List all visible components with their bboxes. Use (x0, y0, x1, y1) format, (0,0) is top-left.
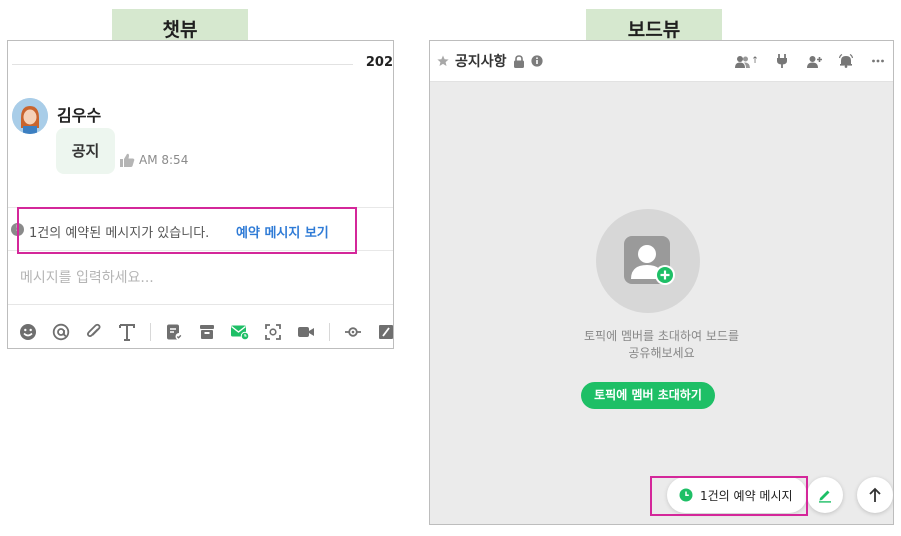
connect-icon[interactable] (773, 53, 791, 69)
empty-state-line-1: 토픽에 멤버를 초대하여 보드를 (584, 329, 739, 343)
message-input[interactable]: 메시지를 입력하세요... (20, 267, 154, 287)
star-icon[interactable] (437, 55, 449, 67)
board-title-group: 공지사항 (437, 51, 543, 71)
scroll-top-button[interactable] (857, 477, 893, 513)
like-icon[interactable] (120, 153, 135, 167)
todo-icon[interactable] (164, 322, 184, 342)
arrow-up-icon (869, 487, 881, 502)
invite-members-button[interactable]: 토픽에 멤버 초대하기 (581, 382, 715, 409)
lock-icon (513, 54, 524, 68)
archive-icon[interactable] (197, 322, 217, 342)
add-member-icon (624, 236, 675, 285)
video-call-icon[interactable] (296, 322, 316, 342)
avatar[interactable] (12, 98, 48, 134)
reserved-send-icon[interactable] (230, 322, 250, 342)
info-icon[interactable] (530, 55, 543, 67)
toolbar-separator (150, 323, 151, 341)
chat-highlight-box (17, 207, 357, 254)
screen-capture-icon[interactable] (263, 322, 283, 342)
write-post-button[interactable] (807, 477, 843, 513)
member-count: ↑ (751, 56, 759, 66)
board-header-actions: ↑ (735, 53, 887, 69)
translate-icon[interactable] (343, 322, 363, 342)
attach-icon[interactable] (84, 322, 104, 342)
board-view-panel: 공지사항 ↑ 토픽에 멤버를 초대하여 보드를 공유해보세요 토픽에 멤버 초대… (429, 40, 894, 525)
sender-name: 김우수 (57, 106, 102, 125)
message-time: AM 8:54 (139, 153, 189, 167)
mention-icon[interactable] (51, 322, 71, 342)
members-icon (735, 55, 751, 68)
members-button[interactable]: ↑ (735, 53, 759, 69)
message-bubble[interactable]: 공지 (56, 128, 115, 174)
pencil-icon (819, 490, 831, 503)
toolbar-separator (329, 323, 330, 341)
board-highlight-box (650, 476, 808, 516)
chat-toolbar (18, 322, 393, 342)
avatar-icon (12, 98, 48, 134)
message-meta: AM 8:54 (120, 153, 188, 167)
date-divider-label: 202 (365, 55, 393, 70)
chat-view-panel: 202 김우수 공지 AM 8:54 ! 1건의 예약된 메시지가 있습니다. … (7, 40, 394, 349)
emoji-icon[interactable] (18, 322, 38, 342)
notification-bell-icon[interactable] (837, 53, 855, 69)
date-divider-line (12, 64, 353, 65)
invite-illustration (596, 209, 700, 313)
board-title: 공지사항 (455, 54, 507, 70)
invite-member-icon[interactable] (805, 53, 823, 69)
toolbar-divider (8, 304, 393, 305)
board-header: 공지사항 ↑ (430, 41, 893, 82)
draw-icon[interactable] (376, 322, 393, 342)
empty-state-line-2: 공유해보세요 (628, 346, 695, 360)
more-menu-icon[interactable] (869, 53, 887, 69)
text-format-icon[interactable] (117, 322, 137, 342)
